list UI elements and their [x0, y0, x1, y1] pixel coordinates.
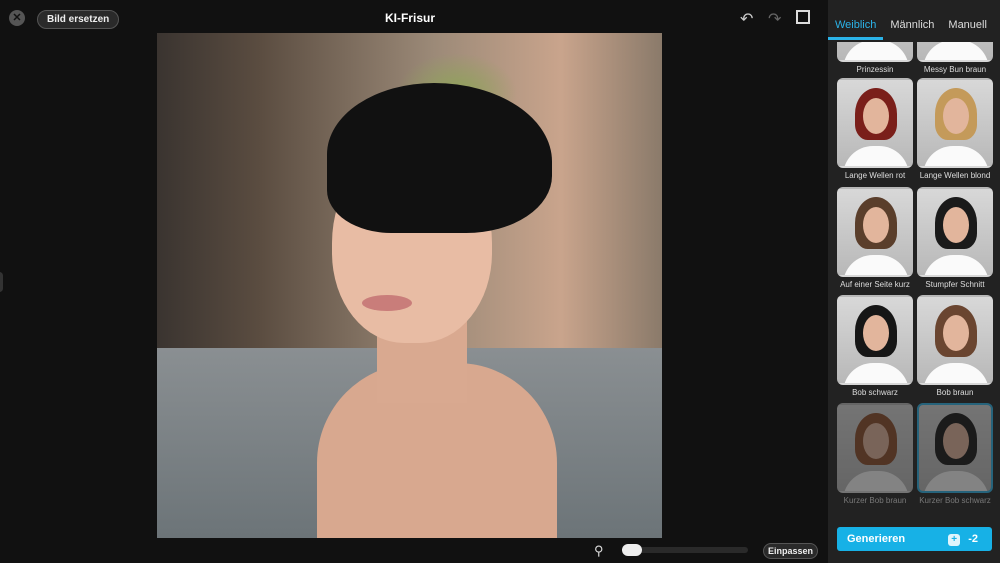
- hairstyle-thumbnail[interactable]: [917, 403, 993, 493]
- side-drawer-handle[interactable]: [0, 272, 3, 292]
- hairstyle-thumbnail[interactable]: [837, 42, 913, 62]
- search-icon: ⚲: [594, 543, 604, 558]
- hairstyle-grid[interactable]: Prinzessin Messy Bun braun Lange Wellen ro…: [837, 42, 993, 517]
- hairstyle-item[interactable]: Kurzer Bob braun: [837, 403, 913, 505]
- tab-weiblich[interactable]: Weiblich: [828, 16, 884, 40]
- hairstyle-label: Kurzer Bob braun: [843, 496, 907, 505]
- redo-icon[interactable]: ↷: [768, 9, 781, 29]
- hairstyle-label: Auf einer Seite kurz: [840, 280, 910, 289]
- hairstyle-item[interactable]: Messy Bun braun: [917, 42, 993, 74]
- zoom-slider-knob[interactable]: [622, 544, 642, 556]
- hairstyle-thumbnail[interactable]: [837, 295, 913, 385]
- credit-cost: -2: [968, 533, 978, 545]
- generate-label: Generieren: [847, 533, 906, 545]
- tab-manuell[interactable]: Manuell: [941, 16, 994, 40]
- zoom-slider[interactable]: [622, 544, 748, 556]
- hairstyle-thumbnail[interactable]: [917, 78, 993, 168]
- hairstyle-thumbnail[interactable]: [917, 187, 993, 277]
- generate-button[interactable]: Generieren + -2: [837, 527, 992, 551]
- hairstyle-label: Kurzer Bob schwarz: [919, 496, 991, 505]
- credit-icon: +: [948, 534, 961, 546]
- hairstyle-item[interactable]: Auf einer Seite kurz: [837, 187, 913, 289]
- hairstyle-label: Lange Wellen rot: [844, 171, 906, 180]
- photo-canvas[interactable]: [157, 33, 662, 538]
- hairstyle-thumbnail[interactable]: [837, 78, 913, 168]
- page-title: KI-Frisur: [384, 11, 435, 25]
- hairstyle-item[interactable]: Bob schwarz: [837, 295, 913, 397]
- hairstyle-item[interactable]: Bob braun: [917, 295, 993, 397]
- undo-icon[interactable]: ↶: [740, 9, 753, 29]
- hairstyle-item[interactable]: Prinzessin: [837, 42, 913, 74]
- hairstyle-item[interactable]: Lange Wellen rot: [837, 78, 913, 180]
- hairstyle-label: Messy Bun braun: [923, 65, 987, 74]
- hairstyle-thumbnail[interactable]: [837, 403, 913, 493]
- tab-maennlich[interactable]: Männlich: [883, 16, 941, 40]
- fit-button[interactable]: Einpassen: [763, 543, 819, 559]
- hairstyle-label: Stumpfer Schnitt: [925, 280, 985, 289]
- compare-icon[interactable]: [796, 10, 810, 24]
- hairstyle-item[interactable]: Stumpfer Schnitt: [917, 187, 993, 289]
- hairstyle-item[interactable]: Kurzer Bob schwarz: [917, 403, 993, 505]
- gender-tabs: Weiblich Männlich Manuell: [828, 16, 1000, 40]
- hairstyle-item[interactable]: Lange Wellen blond: [917, 78, 993, 180]
- hairstyle-label: Bob braun: [936, 388, 974, 397]
- hairstyle-thumbnail[interactable]: [917, 42, 993, 62]
- hairstyle-thumbnail[interactable]: [917, 295, 993, 385]
- hairstyle-thumbnail[interactable]: [837, 187, 913, 277]
- hairstyle-panel: Weiblich Männlich Manuell Prinzessin Mess…: [828, 0, 1000, 563]
- hairstyle-label: Lange Wellen blond: [919, 171, 991, 180]
- hairstyle-label: Prinzessin: [856, 65, 894, 74]
- hairstyle-label: Bob schwarz: [852, 388, 898, 397]
